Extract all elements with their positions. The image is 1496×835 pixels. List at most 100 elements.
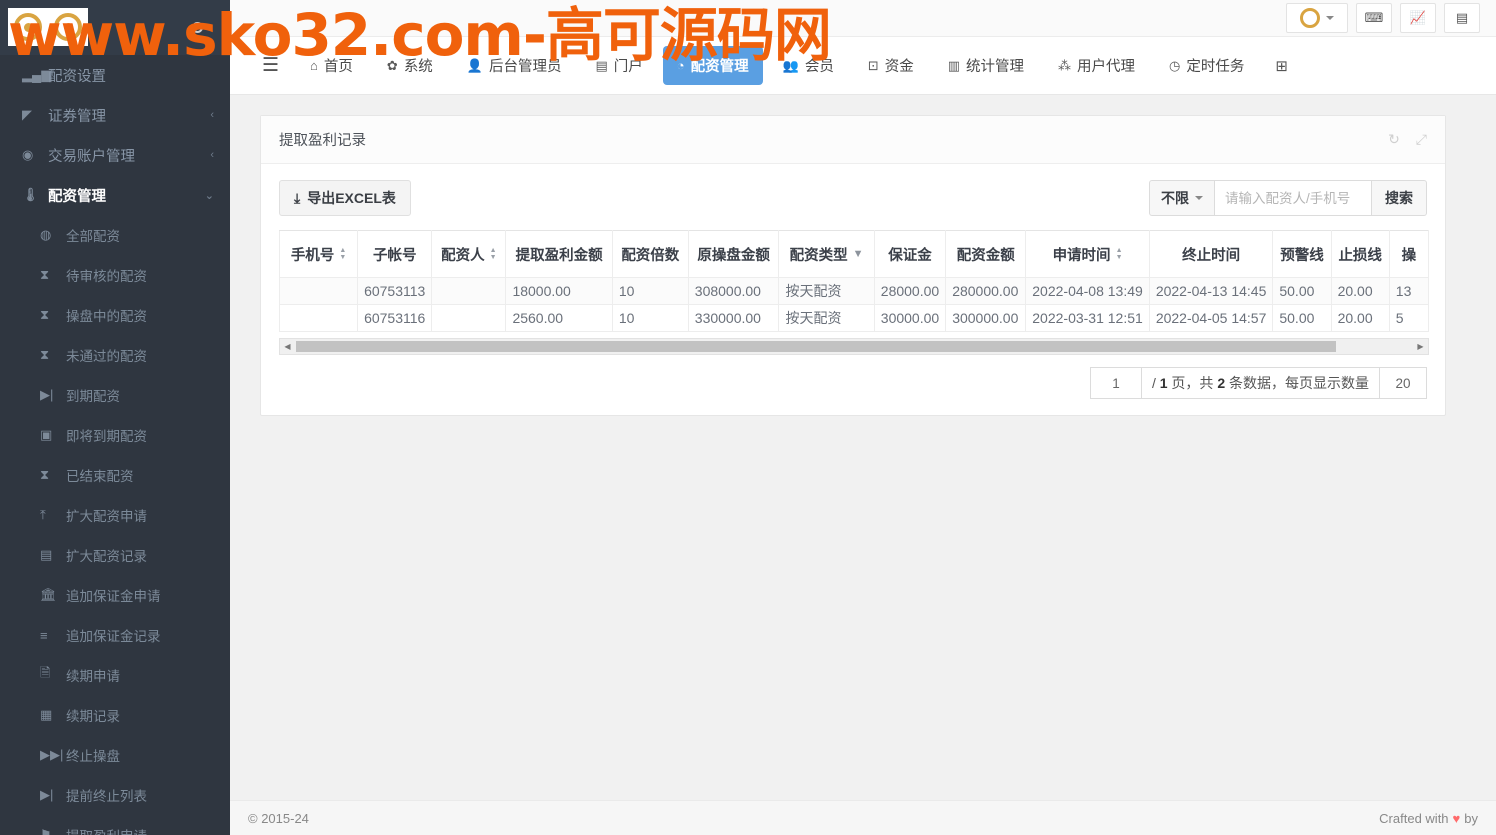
sidebar-item-12[interactable]: ▤ 扩大配资记录	[0, 535, 230, 575]
topbar-buttons: ⌨ 📈 ▤	[1286, 3, 1480, 33]
nav-item-9[interactable]: ◷ 定时任务	[1155, 46, 1258, 85]
table-header-cell-4[interactable]: 配资倍数	[611, 230, 689, 278]
sidebar-item-3[interactable]: 🌡 配资管理 ⌄	[0, 175, 230, 215]
user-menu-button[interactable]	[1286, 3, 1348, 33]
table-cell-1-0	[279, 304, 359, 332]
apps-grid-icon[interactable]: ⊞	[1275, 57, 1288, 75]
keyboard-button[interactable]: ⌨	[1356, 3, 1392, 33]
sidebar-item-6[interactable]: ⧗ 操盘中的配资	[0, 295, 230, 335]
server-button[interactable]: ▤	[1444, 3, 1480, 33]
sidebar-item-17[interactable]: ▶▶| 终止操盘	[0, 735, 230, 775]
export-excel-label: 导出EXCEL表	[307, 190, 396, 206]
table-cell-1-13: 5	[1388, 304, 1429, 332]
table-header-cell-9[interactable]: 申请时间 ▲ ▼	[1025, 230, 1150, 278]
table-header-cell-11[interactable]: 预警线	[1272, 230, 1332, 278]
table-header-cell-3[interactable]: 提取盈利金额	[505, 230, 613, 278]
sidebar-item-label: 续期申请	[66, 669, 120, 684]
table-header-cell-2[interactable]: 配资人 ▲ ▼	[431, 230, 507, 278]
sidebar-item-8[interactable]: ▶| 到期配资	[0, 375, 230, 415]
nav-item-0[interactable]: ⌂ 首页	[296, 46, 367, 85]
table-header-cell-8[interactable]: 配资金额	[945, 230, 1027, 278]
table-cell-0-6: 按天配资	[778, 277, 875, 305]
sidebar-item-0[interactable]: ▂▄▆ 配资设置	[0, 55, 230, 95]
sidebar-item-18[interactable]: ▶| 提前终止列表	[0, 775, 230, 815]
nav-item-4[interactable]: ◔ 配资管理	[662, 46, 763, 85]
table-row[interactable]: 60753113 18000.00 10 308000.00 按天配资 28000.00 2…	[279, 277, 1429, 305]
nav-item-icon: 👤	[466, 57, 483, 73]
app-root: ▂▄▆ 配资设置 ◤ 证券管理 ‹ ◉ 交易账户管理 ‹ 🌡 配资管理 ⌄ ◍ 全部配资 ⧗ 待审核的配资 ⧗…	[0, 0, 1496, 835]
sidebar-item-7[interactable]: ⧗ 未通过的配资	[0, 335, 230, 375]
horizontal-scrollbar[interactable]: ◀ ▶	[279, 338, 1429, 355]
table-header-cell-12[interactable]: 止损线	[1330, 230, 1390, 278]
nav-item-6[interactable]: ⊡ 资金	[854, 46, 928, 85]
scroll-left-arrow-icon[interactable]: ◀	[280, 339, 295, 354]
sort-icon[interactable]: ▲ ▼	[339, 247, 346, 261]
sort-icon[interactable]: ▲ ▼	[490, 247, 497, 261]
sidebar-item-label: 交易账户管理	[48, 148, 135, 165]
nav-item-icon: ◔	[676, 58, 685, 73]
sidebar-item-19[interactable]: ⚑ 提取盈利申请	[0, 815, 230, 835]
page-size-input[interactable]	[1379, 367, 1427, 399]
search-scope-select[interactable]: 不限	[1149, 180, 1215, 216]
hourglass-icon: ⧗	[40, 267, 50, 282]
sidebar-item-14[interactable]: ≡ 追加保证金记录	[0, 615, 230, 655]
sidebar-item-11[interactable]: ⤒ 扩大配资申请	[0, 495, 230, 535]
refresh-icon[interactable]: ↻	[1388, 131, 1400, 148]
expand-icon[interactable]: ⤢	[1416, 131, 1427, 148]
page-number-input[interactable]	[1089, 367, 1142, 399]
sidebar-item-4[interactable]: ◍ 全部配资	[0, 215, 230, 255]
sidebar-menu: ▂▄▆ 配资设置 ◤ 证券管理 ‹ ◉ 交易账户管理 ‹ 🌡 配资管理 ⌄ ◍ 全部配资 ⧗ 待审核的配资 ⧗…	[0, 55, 230, 835]
nav-item-7[interactable]: ▥ 统计管理	[934, 46, 1038, 85]
table-header-cell-10[interactable]: 终止时间	[1148, 230, 1274, 278]
chart-button[interactable]: 📈	[1400, 3, 1436, 33]
sidebar-item-13[interactable]: 🏛 追加保证金申请	[0, 575, 230, 615]
sidebar-item-2[interactable]: ◉ 交易账户管理 ‹	[0, 135, 230, 175]
sidebar-collapse-dot-icon[interactable]	[192, 22, 203, 33]
menu-toggle-icon[interactable]: ☰	[248, 50, 293, 81]
crafted-credit: Crafted with ♥ by	[1379, 811, 1478, 826]
scrollbar-thumb[interactable]	[296, 341, 1336, 352]
search-input[interactable]	[1215, 180, 1371, 216]
sidebar-item-1[interactable]: ◤ 证券管理 ‹	[0, 95, 230, 135]
table-cell-1-10: 2022-04-05 14:57	[1148, 304, 1274, 332]
fast-forward-icon: ▶▶|	[40, 747, 64, 762]
table-header-cell-7[interactable]: 保证金	[873, 230, 947, 278]
table-header-label: 配资倍数	[621, 247, 680, 264]
nav-item-1[interactable]: ✿ 系统	[373, 46, 447, 85]
sidebar-item-9[interactable]: ▣ 即将到期配资	[0, 415, 230, 455]
sort-icon[interactable]: ▲ ▼	[1116, 247, 1123, 261]
table-cell-1-3: 2560.00	[505, 304, 613, 332]
table-cell-0-10: 2022-04-13 14:45	[1148, 277, 1274, 305]
scroll-right-arrow-icon[interactable]: ▶	[1413, 339, 1428, 354]
page-title: 提取盈利记录	[279, 133, 366, 149]
card-header: 提取盈利记录 ↻ ⤢	[261, 116, 1445, 164]
sidebar-item-label: 扩大配资申请	[66, 509, 147, 524]
nav-item-8[interactable]: ⁂ 用户代理	[1044, 46, 1149, 85]
sidebar-item-label: 追加保证金记录	[66, 629, 161, 644]
sidebar-item-15[interactable]: 🗎 续期申请	[0, 655, 230, 695]
sidebar-item-label: 全部配资	[66, 229, 120, 244]
table-header-label: 申请时间	[1052, 247, 1111, 264]
table-cell-1-5: 330000.00	[687, 304, 780, 332]
table-header-cell-1[interactable]: 子帐号	[357, 230, 433, 278]
table-cell-0-13: 13	[1388, 277, 1429, 305]
nav-item-3[interactable]: ▤ 门户	[582, 46, 657, 85]
nav-item-2[interactable]: 👤 后台管理员	[453, 46, 576, 85]
heart-icon: ♥	[1452, 810, 1461, 826]
nav-item-5[interactable]: 👥 会员	[769, 46, 848, 85]
export-excel-button[interactable]: ⤓ 导出EXCEL表	[279, 180, 411, 216]
table-header-cell-6[interactable]: 配资类型 ▼	[778, 230, 875, 278]
pagination-total-pages: 1	[1159, 375, 1168, 391]
filter-icon[interactable]: ▼	[853, 248, 864, 260]
table-header-cell-5[interactable]: 原操盘金额	[687, 230, 780, 278]
pagination-mid-text: 页，共	[1171, 375, 1214, 391]
table-header-cell-13[interactable]: 操	[1388, 230, 1429, 278]
table-header-cell-0[interactable]: 手机号 ▲ ▼	[279, 230, 359, 278]
search-button[interactable]: 搜索	[1371, 180, 1427, 216]
sidebar-item-16[interactable]: ▦ 续期记录	[0, 695, 230, 735]
sidebar-item-10[interactable]: ⧗ 已结束配资	[0, 455, 230, 495]
sidebar-item-5[interactable]: ⧗ 待审核的配资	[0, 255, 230, 295]
records-card: 提取盈利记录 ↻ ⤢ ⤓ 导出EXCEL表 不限 搜索	[260, 115, 1446, 416]
table-row[interactable]: 60753116 2560.00 10 330000.00 按天配资 30000.00 30…	[279, 304, 1429, 332]
bank-icon: 🏛	[40, 587, 57, 602]
